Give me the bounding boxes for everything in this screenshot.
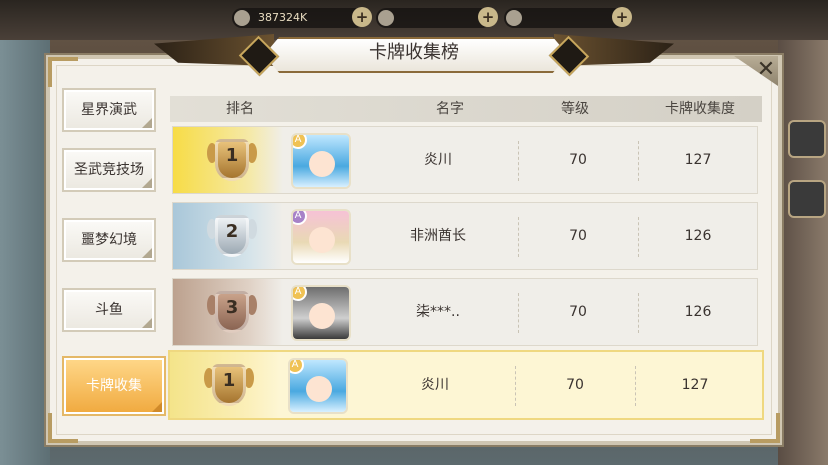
background-left — [0, 40, 50, 465]
rank-number: 3 — [225, 297, 239, 318]
corner-ornament — [48, 413, 78, 443]
add-gem-button[interactable]: + — [478, 7, 498, 27]
tab-label: 噩梦幻境 — [81, 232, 137, 248]
tab-holy-arena[interactable]: 圣武竞技场 — [62, 148, 156, 192]
corner-ornament — [48, 57, 78, 87]
tab-corner-icon — [142, 118, 152, 128]
avatar[interactable]: A — [291, 285, 351, 341]
stamina-icon — [506, 10, 522, 26]
rank-medal-icon: 1 — [207, 137, 257, 185]
table-header: 排名 名字 等级 卡牌收集度 — [170, 96, 762, 122]
coin-icon — [234, 10, 250, 26]
player-name: 炎川 — [421, 377, 449, 393]
gold-resource: 387324K + — [232, 7, 372, 28]
avatar-face — [309, 151, 335, 177]
gold-value: 387324K — [258, 11, 308, 24]
table-row[interactable]: 1 A 炎川 70 127 — [172, 126, 758, 194]
avatar-face — [306, 376, 332, 402]
side-menu-icon[interactable] — [788, 120, 826, 158]
header-name: 名字 — [436, 101, 464, 117]
title-banner: 卡牌收集榜 — [154, 28, 604, 78]
rank-number: 1 — [225, 145, 239, 166]
background-right — [778, 40, 828, 465]
collection-score: 127 — [684, 152, 712, 168]
tab-astral-duel[interactable]: 星界演武 — [62, 88, 156, 132]
player-level: 70 — [569, 228, 587, 244]
tab-label: 斗鱼 — [95, 302, 123, 318]
gem-resource: + — [376, 7, 498, 28]
avatar[interactable]: A — [291, 133, 351, 189]
player-level: 70 — [566, 377, 584, 393]
header-collection: 卡牌收集度 — [665, 101, 735, 117]
tab-label: 星界演武 — [81, 102, 137, 118]
table-row[interactable]: 3 A 柒***.. 70 126 — [172, 278, 758, 346]
player-level: 70 — [569, 152, 587, 168]
player-level: 70 — [569, 304, 587, 320]
collection-score: 126 — [684, 304, 712, 320]
header-rank: 排名 — [226, 101, 254, 117]
header-level: 等级 — [561, 101, 589, 117]
avatar[interactable]: A — [288, 358, 348, 414]
rank-number: 1 — [222, 370, 236, 391]
tab-corner-icon — [142, 178, 152, 188]
avatar-face — [309, 303, 335, 329]
collection-score: 126 — [684, 228, 712, 244]
add-gold-button[interactable]: + — [352, 7, 372, 27]
tab-card-collection[interactable]: 卡牌收集 — [62, 356, 166, 416]
rank-medal-icon: 2 — [207, 213, 257, 261]
tab-corner-icon — [152, 402, 162, 412]
tab-corner-icon — [142, 248, 152, 258]
table-row[interactable]: 2 A 非洲酋长 70 126 — [172, 202, 758, 270]
player-name: 非洲酋长 — [410, 228, 466, 244]
rank-medal-icon: 1 — [204, 362, 254, 410]
player-name: 炎川 — [424, 152, 452, 168]
my-rank-row[interactable]: 1 A 炎川 70 127 — [168, 350, 764, 420]
player-name: 柒***.. — [416, 304, 460, 320]
avatar[interactable]: A — [291, 209, 351, 265]
gem-icon — [378, 10, 394, 26]
add-stamina-button[interactable]: + — [612, 7, 632, 27]
tab-douyu[interactable]: 斗鱼 — [62, 288, 156, 332]
avatar-face — [309, 227, 335, 253]
page-title: 卡牌收集榜 — [369, 42, 459, 63]
side-menu-icon[interactable] — [788, 180, 826, 218]
rank-number: 2 — [225, 221, 239, 242]
collection-score: 127 — [681, 377, 709, 393]
close-icon[interactable]: ✕ — [752, 56, 780, 84]
tab-label: 圣武竞技场 — [74, 162, 144, 178]
tab-nightmare-realm[interactable]: 噩梦幻境 — [62, 218, 156, 262]
tab-label: 卡牌收集 — [86, 378, 142, 394]
rank-medal-icon: 3 — [207, 289, 257, 337]
stamina-resource: + — [504, 7, 632, 28]
tab-corner-icon — [142, 318, 152, 328]
